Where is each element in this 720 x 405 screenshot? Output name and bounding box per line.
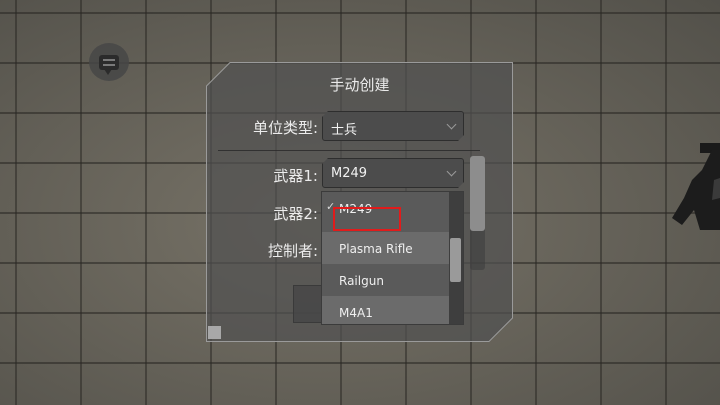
panel-title: 手动创建: [329, 76, 390, 94]
panel-scrollbar-thumb[interactable]: [470, 156, 485, 231]
dropdown-option[interactable]: Railgun: [322, 264, 449, 296]
unit-type-label: 单位类型:: [252, 119, 318, 137]
option-label: Railgun: [339, 274, 384, 288]
divider: [218, 150, 480, 151]
dropdown-scrollbar-thumb[interactable]: [450, 238, 461, 282]
weapon1-select[interactable]: M249: [322, 158, 464, 188]
weapon1-value: M249: [331, 166, 368, 181]
dropdown-option[interactable]: M4A1: [322, 296, 449, 324]
chat-bubble-icon: [99, 54, 119, 75]
option-label: M4A1: [339, 306, 373, 320]
unit-type-select[interactable]: 士兵: [322, 111, 464, 141]
chat-button[interactable]: [89, 43, 129, 81]
resize-handle[interactable]: [208, 326, 221, 339]
unit-type-value: 士兵: [331, 123, 358, 138]
dropdown-option[interactable]: Plasma Rifle: [322, 232, 449, 264]
weapon2-label: 武器2:: [273, 205, 318, 223]
controller-label: 控制者:: [267, 242, 318, 260]
chevron-down-icon: [447, 167, 457, 177]
selection-highlight-box: [333, 207, 401, 231]
chevron-down-icon: [447, 120, 457, 130]
character-silhouette: [672, 150, 720, 230]
option-label: Plasma Rifle: [339, 242, 413, 256]
weapon1-label: 武器1:: [273, 167, 318, 185]
